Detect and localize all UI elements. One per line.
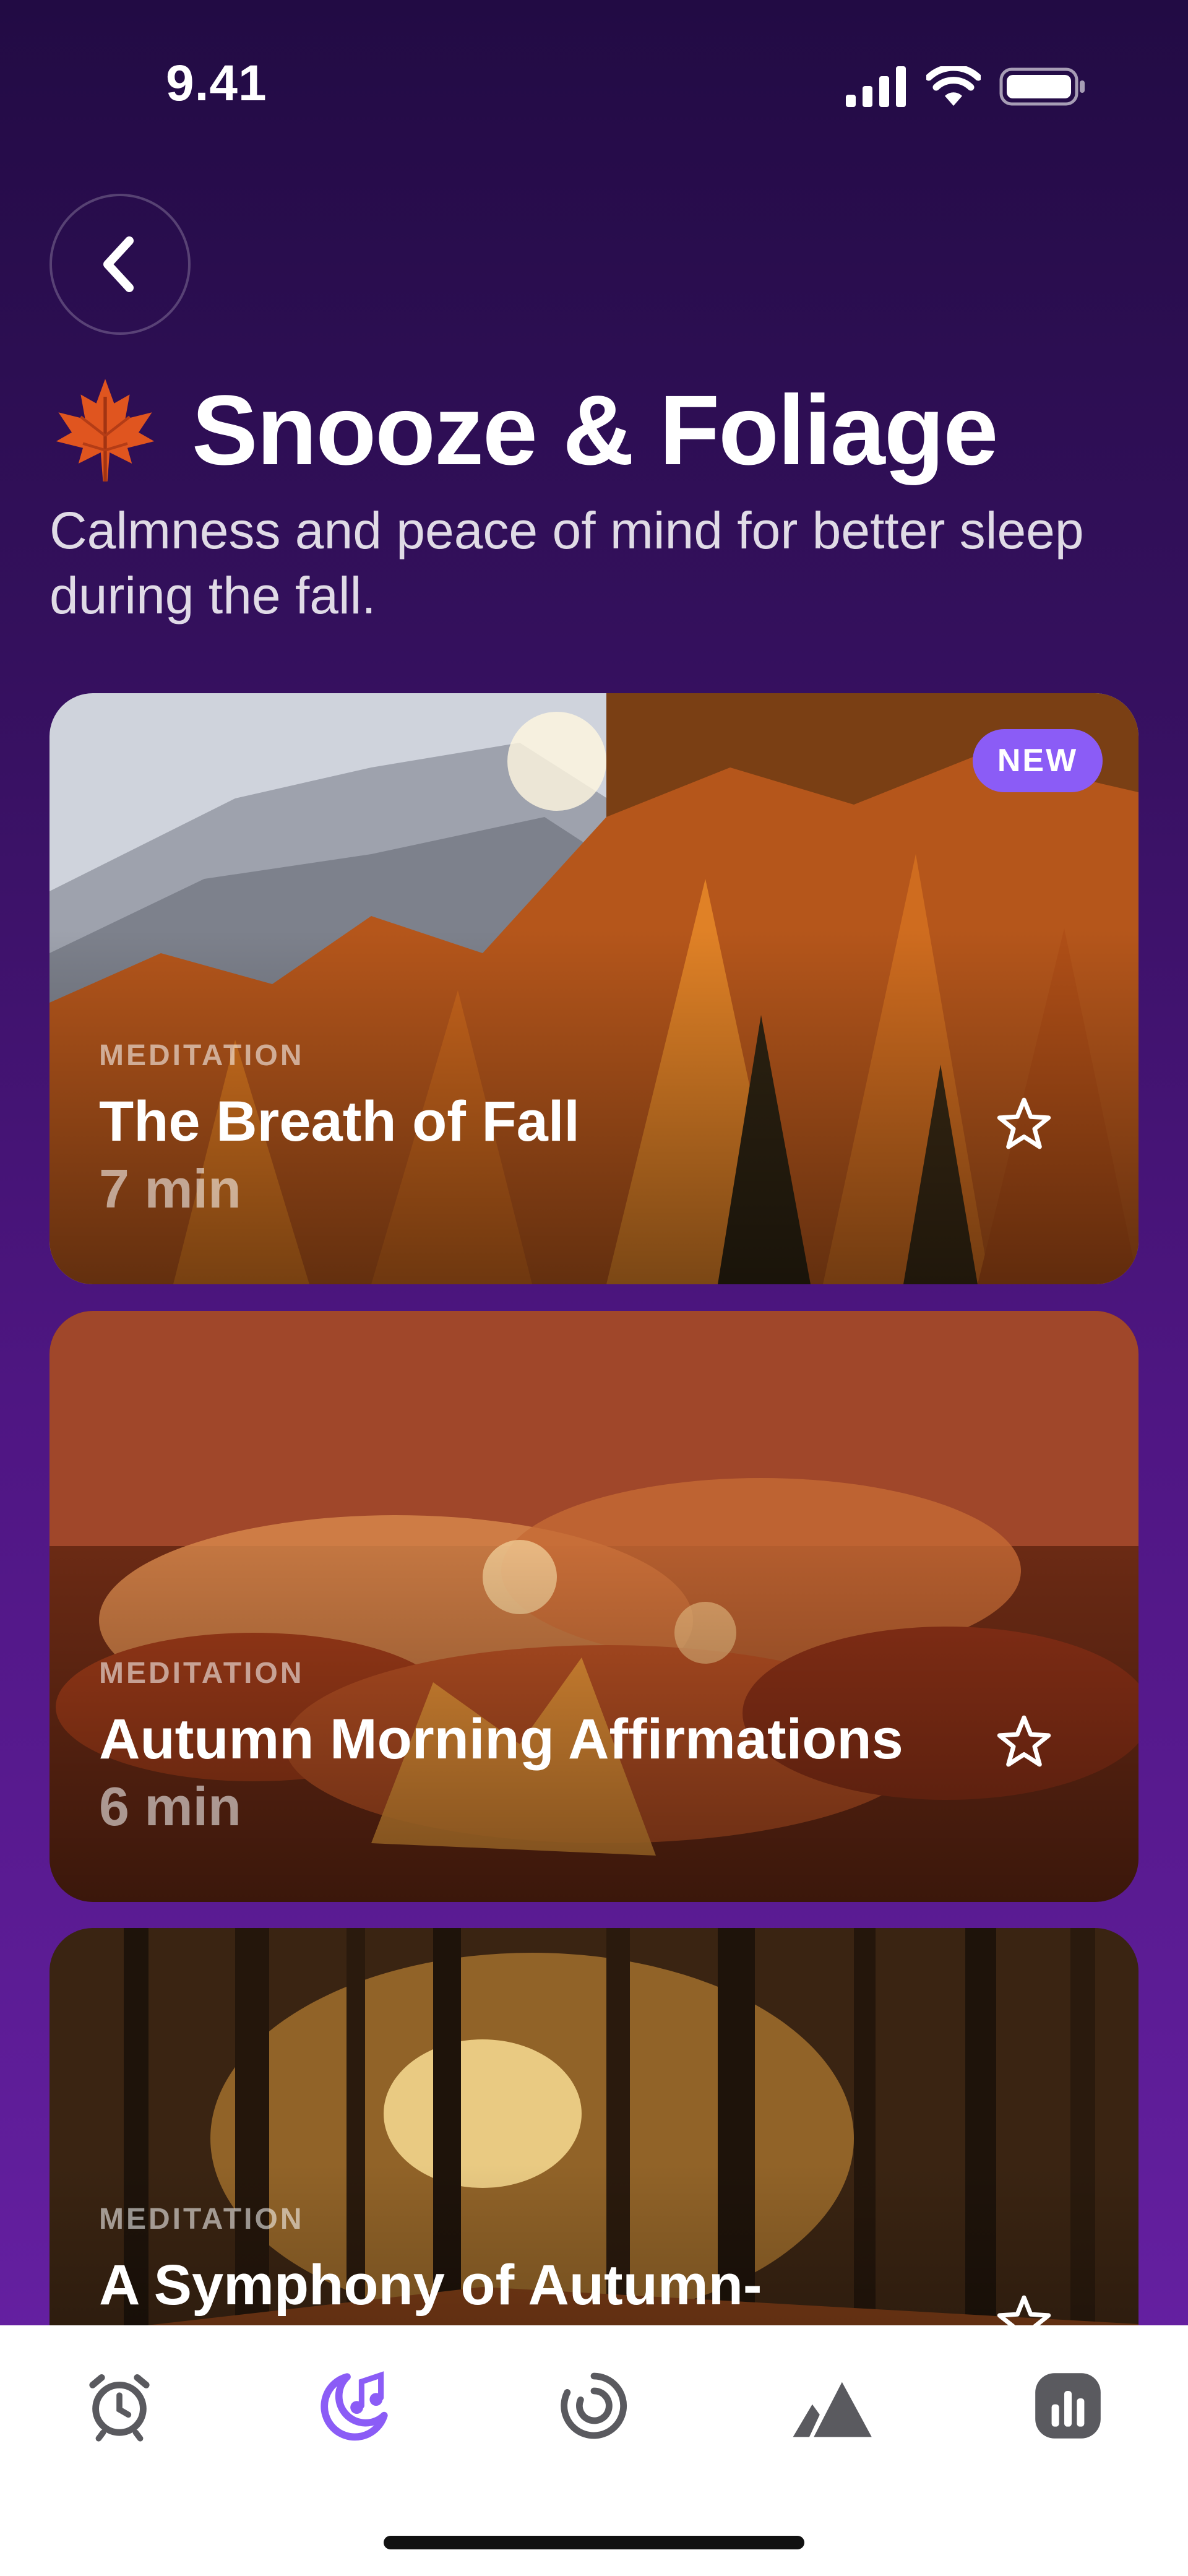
sleep-moon-icon xyxy=(321,2371,388,2441)
session-card[interactable]: MEDITATION Autumn Morning Affirmations 6… xyxy=(50,1311,1138,1902)
home-indicator xyxy=(384,2536,804,2549)
card-duration: 7 min xyxy=(99,1158,241,1219)
breathing-circle-icon xyxy=(561,2372,627,2439)
card-category: MEDITATION xyxy=(99,1657,304,1690)
back-button[interactable] xyxy=(50,194,191,335)
card-title: The Breath of Fall xyxy=(99,1090,580,1153)
card-title: Autumn Morning Affirmations xyxy=(99,1708,903,1771)
page-subtitle: Calmness and peace of mind for better sl… xyxy=(50,501,1084,625)
new-badge: NEW xyxy=(973,729,1103,792)
tab-alarm[interactable] xyxy=(64,2350,175,2461)
alarm-clock-icon xyxy=(89,2374,150,2442)
status-icons xyxy=(846,62,1086,111)
chevron-left-icon xyxy=(103,236,134,292)
mountain-icon xyxy=(793,2382,872,2437)
tab-stats[interactable] xyxy=(1012,2350,1124,2461)
session-card[interactable]: NEW MEDITATION The Breath of Fall 7 min xyxy=(50,693,1138,1284)
status-time: 9.41 xyxy=(166,55,267,111)
signal-icon xyxy=(846,66,906,107)
stats-icon xyxy=(1035,2373,1101,2439)
battery-icon xyxy=(999,67,1085,106)
card-duration: 6 min xyxy=(99,1776,241,1837)
status-bar: 9.41 xyxy=(0,0,1188,161)
card-category: MEDITATION xyxy=(99,2203,304,2236)
card-category: MEDITATION xyxy=(99,1039,304,1072)
star-outline-icon[interactable] xyxy=(996,1096,1052,1151)
tab-bar xyxy=(0,2325,1188,2576)
page-title: Snooze & Foliage xyxy=(192,374,998,485)
wifi-icon xyxy=(926,66,981,106)
tab-breathe[interactable] xyxy=(538,2350,650,2461)
maple-leaf-icon xyxy=(56,379,155,482)
tab-explore[interactable] xyxy=(776,2350,887,2461)
header: Snooze & Foliage xyxy=(50,365,998,495)
tab-sleep[interactable] xyxy=(299,2350,411,2461)
star-outline-icon[interactable] xyxy=(996,1713,1052,1769)
card-title: A Symphony of Autumn- xyxy=(99,2254,762,2317)
